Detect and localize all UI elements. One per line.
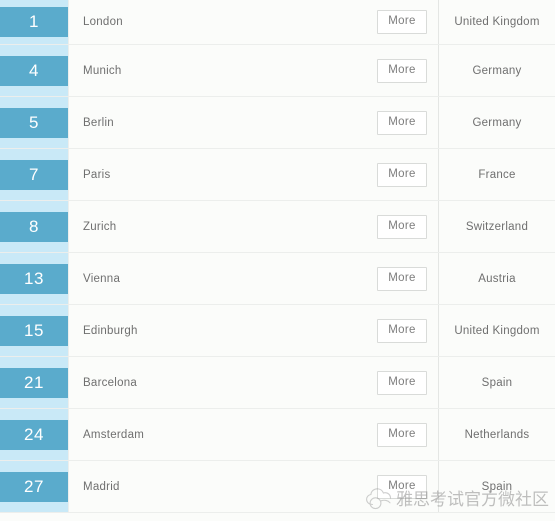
more-button[interactable]: More: [377, 370, 427, 395]
more-button[interactable]: More: [377, 318, 427, 343]
table-row[interactable]: 1 London More United Kingdom: [0, 0, 555, 45]
more-cell: More: [366, 97, 438, 148]
rank-badge: 4: [0, 55, 68, 86]
rank-cell: 21: [0, 357, 68, 408]
country-name: Spain: [481, 480, 513, 493]
more-button[interactable]: More: [377, 58, 427, 83]
city-name: Edinburgh: [83, 324, 138, 337]
country-cell: Switzerland: [438, 201, 555, 252]
rank-cell: 4: [0, 45, 68, 96]
city-cell: Vienna: [68, 253, 366, 304]
city-cell: London: [68, 0, 366, 44]
rank-cell: 1: [0, 0, 68, 44]
rank-cell: 8: [0, 201, 68, 252]
city-cell: Madrid: [68, 461, 366, 512]
more-cell: More: [366, 409, 438, 460]
city-name: Paris: [83, 168, 111, 181]
more-button[interactable]: More: [377, 474, 427, 499]
table-row[interactable]: 27 Madrid More Spain: [0, 461, 555, 513]
country-name: Switzerland: [465, 220, 529, 233]
country-name: United Kingdom: [454, 16, 540, 28]
city-name: Zurich: [83, 220, 117, 233]
country-name: United Kingdom: [454, 324, 540, 337]
country-cell: Austria: [438, 253, 555, 304]
city-name: Berlin: [83, 116, 114, 129]
more-button[interactable]: More: [377, 422, 427, 447]
rank-badge: 15: [0, 315, 68, 346]
city-ranking-table: 1 London More United Kingdom 4 Munich Mo…: [0, 0, 555, 521]
city-name: London: [83, 16, 123, 28]
rank-cell: 7: [0, 149, 68, 200]
country-name: Germany: [472, 116, 522, 129]
table-row[interactable]: 24 Amsterdam More Netherlands: [0, 409, 555, 461]
city-cell: Paris: [68, 149, 366, 200]
city-name: Amsterdam: [83, 428, 145, 441]
country-cell: Germany: [438, 97, 555, 148]
country-name: Germany: [472, 64, 522, 77]
rank-badge: 5: [0, 107, 68, 138]
more-button[interactable]: More: [377, 10, 427, 34]
rank-cell: 15: [0, 305, 68, 356]
more-cell: More: [366, 201, 438, 252]
rank-badge: 13: [0, 263, 68, 294]
more-cell: More: [366, 357, 438, 408]
rank-badge: 27: [0, 471, 68, 502]
rank-badge: 7: [0, 159, 68, 190]
rank-badge: 24: [0, 419, 68, 450]
rank-badge: 8: [0, 211, 68, 242]
country-name: Austria: [478, 272, 516, 285]
more-cell: More: [366, 0, 438, 44]
rank-cell: 5: [0, 97, 68, 148]
table-row[interactable]: 7 Paris More France: [0, 149, 555, 201]
table-row[interactable]: 4 Munich More Germany: [0, 45, 555, 97]
rank-cell: 24: [0, 409, 68, 460]
city-cell: Edinburgh: [68, 305, 366, 356]
city-cell: Zurich: [68, 201, 366, 252]
city-name: Vienna: [83, 272, 121, 285]
more-cell: More: [366, 305, 438, 356]
country-name: Spain: [481, 376, 513, 389]
country-cell: France: [438, 149, 555, 200]
country-cell: Netherlands: [438, 409, 555, 460]
more-button[interactable]: More: [377, 214, 427, 239]
table-row[interactable]: 21 Barcelona More Spain: [0, 357, 555, 409]
country-cell: United Kingdom: [438, 305, 555, 356]
country-name: Netherlands: [464, 428, 530, 441]
rank-cell: 27: [0, 461, 68, 512]
rank-cell: 13: [0, 253, 68, 304]
city-cell: Barcelona: [68, 357, 366, 408]
city-name: Munich: [83, 64, 122, 77]
more-button[interactable]: More: [377, 110, 427, 135]
country-cell: Germany: [438, 45, 555, 96]
country-cell: United Kingdom: [438, 0, 555, 44]
rank-badge: 21: [0, 367, 68, 398]
country-cell: Spain: [438, 357, 555, 408]
city-name: Barcelona: [83, 376, 138, 389]
table-row[interactable]: 13 Vienna More Austria: [0, 253, 555, 305]
rank-badge: 1: [0, 7, 68, 37]
more-cell: More: [366, 45, 438, 96]
more-button[interactable]: More: [377, 162, 427, 187]
more-button[interactable]: More: [377, 266, 427, 291]
table-row[interactable]: 5 Berlin More Germany: [0, 97, 555, 149]
table-row[interactable]: 15 Edinburgh More United Kingdom: [0, 305, 555, 357]
more-cell: More: [366, 461, 438, 512]
more-cell: More: [366, 253, 438, 304]
city-cell: Munich: [68, 45, 366, 96]
city-cell: Berlin: [68, 97, 366, 148]
country-cell: Spain: [438, 461, 555, 512]
city-name: Madrid: [83, 480, 120, 493]
country-name: France: [478, 168, 516, 181]
more-cell: More: [366, 149, 438, 200]
city-cell: Amsterdam: [68, 409, 366, 460]
table-row[interactable]: 8 Zurich More Switzerland: [0, 201, 555, 253]
